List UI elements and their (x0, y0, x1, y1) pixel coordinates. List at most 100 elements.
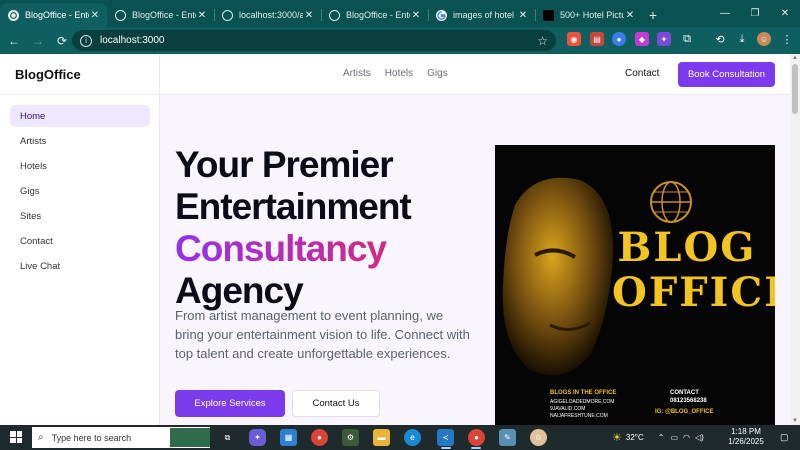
poster-logo-text: BLOG OFFICE (612, 225, 775, 316)
chrome-icon[interactable]: ● (311, 429, 328, 446)
page-scrollbar[interactable]: ▲ ▼ (790, 54, 800, 425)
search-highlight-icon (170, 428, 210, 447)
poster-site-list: AGIGELOADEDMORE.COM 9JAVALID.COM NAIJAFR… (550, 399, 614, 420)
nav-link-hotels[interactable]: Hotels (385, 68, 413, 79)
forward-arrow-icon[interactable]: → (26, 29, 50, 53)
windows-taskbar: ⌕ Type here to search ⧉ ✦ ▦ ● ⚙ ▬ e ≺ ● … (0, 425, 800, 450)
extension-chrome-icon[interactable]: ● (612, 32, 626, 46)
nav-link-gigs[interactable]: Gigs (427, 68, 448, 79)
close-tab-icon[interactable]: ✕ (89, 10, 101, 21)
close-tab-icon[interactable]: ✕ (303, 10, 315, 21)
restore-icon[interactable]: ❐ (740, 0, 770, 27)
system-tray: ☀ 32°C ⌃ ▭ ◠ ◁) (612, 425, 704, 450)
extension-doc-icon[interactable]: ▤ (590, 32, 604, 46)
poster-contact-heading: CONTACT (670, 390, 699, 396)
profile-avatar-icon[interactable]: ☺ (757, 32, 771, 46)
hero-title-highlight: Consultancy (175, 228, 411, 270)
scrollbar-thumb[interactable] (792, 64, 798, 114)
browser-tab-5[interactable]: images of hotel - ✕ (428, 3, 536, 27)
tray-chevron-icon[interactable]: ⌃ (658, 433, 665, 442)
extension-purple-icon[interactable]: ✦ (657, 32, 671, 46)
hero-title: Your Premier Entertainment Consultancy A… (175, 144, 412, 312)
address-bar[interactable]: i localhost:3000 ☆ (72, 30, 556, 51)
site-nav: Artists Hotels Gigs (343, 68, 448, 79)
book-consultation-button[interactable]: Book Consultation (678, 62, 775, 87)
sidebar-item-hotels[interactable]: Hotels (10, 155, 150, 177)
weather-icon[interactable]: ☀ (612, 431, 622, 444)
minimize-icon[interactable]: — (710, 0, 740, 27)
notification-icon[interactable]: ▢ (780, 432, 789, 443)
tab-title: localhost:3000/ap (239, 10, 303, 20)
browser-tab-2[interactable]: BlogOffice - Entert ✕ (107, 3, 215, 27)
hero-title-line: Your Premier (175, 144, 394, 185)
browser-menu-icon[interactable]: ⋮ (780, 32, 794, 46)
chrome-profile-icon[interactable]: ☺ (530, 429, 547, 446)
edge-icon[interactable]: e (404, 429, 421, 446)
scroll-down-icon[interactable]: ▼ (791, 418, 799, 424)
poster-site: NAIJAFRESHTUNE.COM (550, 413, 608, 419)
extensions-puzzle-icon[interactable]: ⧉ (680, 32, 694, 46)
file-explorer-icon[interactable]: ▬ (373, 429, 390, 446)
search-icon: ⌕ (38, 432, 44, 443)
reload-icon[interactable]: ⟳ (50, 29, 74, 53)
brand-logo[interactable]: BlogOffice (15, 67, 81, 82)
address-url[interactable]: localhost:3000 (100, 35, 537, 46)
browser-tab-4[interactable]: BlogOffice - Entert ✕ (321, 3, 429, 27)
sync-icon[interactable]: ⟲ (713, 32, 727, 46)
google-favicon-icon (436, 9, 447, 21)
close-tab-icon[interactable]: ✕ (196, 10, 208, 21)
sidebar-item-contact[interactable]: Contact (10, 230, 150, 252)
hero-poster-image: BLOG OFFICE BLOGS IN THE OFFICE AGIGELOA… (495, 145, 775, 425)
poster-logo-line: OFFICE (612, 269, 775, 316)
settings-app-icon[interactable]: ⚙ (342, 429, 359, 446)
sidebar-item-sites[interactable]: Sites (10, 205, 150, 227)
close-window-icon[interactable]: ✕ (770, 0, 800, 27)
sidebar-item-home[interactable]: Home (10, 105, 150, 127)
notes-app-icon[interactable]: ✎ (499, 429, 516, 446)
close-tab-icon[interactable]: ✕ (517, 10, 529, 21)
volume-icon[interactable]: ◁) (695, 433, 704, 442)
wifi-icon[interactable]: ◠ (683, 433, 690, 442)
taskbar-search-box[interactable]: ⌕ Type here to search (32, 427, 210, 448)
nav-link-artists[interactable]: Artists (343, 68, 371, 79)
blogoffice-favicon-icon (8, 9, 19, 21)
vscode-icon[interactable]: ≺ (437, 429, 454, 446)
weather-temp[interactable]: 32°C (626, 433, 644, 442)
browser-tab-3[interactable]: localhost:3000/ap ✕ (214, 3, 322, 27)
clock-time: 1:18 PM (731, 427, 761, 436)
explore-services-button[interactable]: Explore Services (175, 390, 285, 417)
task-view-icon[interactable]: ⧉ (219, 429, 236, 446)
poster-phone: 08123568238 (670, 398, 707, 404)
taskbar-search-placeholder: Type here to search (51, 432, 132, 443)
microsoft-store-icon[interactable]: ▦ (280, 429, 297, 446)
taskbar-clock[interactable]: 1:18 PM 1/26/2025 (722, 427, 770, 447)
sidebar: Home Artists Hotels Gigs Sites Contact L… (0, 95, 160, 425)
windows-start-icon[interactable] (10, 431, 22, 443)
extension-color-icon[interactable]: ◆ (635, 32, 649, 46)
chrome-active-icon[interactable]: ● (468, 429, 485, 446)
sidebar-item-gigs[interactable]: Gigs (10, 180, 150, 202)
site-header: BlogOffice Artists Hotels Gigs Contact B… (0, 54, 790, 95)
contact-us-button[interactable]: Contact Us (292, 390, 380, 417)
window-controls: — ❐ ✕ (710, 0, 800, 27)
close-tab-icon[interactable]: ✕ (410, 10, 422, 21)
nav-link-contact[interactable]: Contact (625, 68, 659, 79)
sidebar-item-artists[interactable]: Artists (10, 130, 150, 152)
bookmark-star-icon[interactable]: ☆ (537, 34, 548, 48)
site-info-icon[interactable]: i (80, 34, 92, 47)
back-arrow-icon[interactable]: ← (2, 29, 26, 53)
network-icon[interactable]: ▭ (670, 433, 678, 442)
poster-ig-handle: IG: @BLOG_OFFICE (655, 409, 714, 415)
browser-tab-1[interactable]: BlogOffice - Entert ✕ (0, 3, 107, 27)
copilot-icon[interactable]: ✦ (249, 429, 266, 446)
tab-title: BlogOffice - Entert (132, 10, 196, 20)
new-tab-button[interactable]: + (642, 3, 664, 27)
extension-red-icon[interactable]: ◉ (567, 32, 581, 46)
clock-date: 1/26/2025 (728, 437, 764, 446)
poster-site: AGIGELOADEDMORE.COM (550, 399, 615, 405)
download-icon[interactable]: ⤓ (735, 32, 749, 46)
close-tab-icon[interactable]: ✕ (624, 10, 636, 21)
sidebar-item-live-chat[interactable]: Live Chat (10, 255, 150, 277)
browser-tab-6[interactable]: 500+ Hotel Pictur ✕ (535, 3, 642, 27)
scroll-up-icon[interactable]: ▲ (791, 55, 799, 61)
